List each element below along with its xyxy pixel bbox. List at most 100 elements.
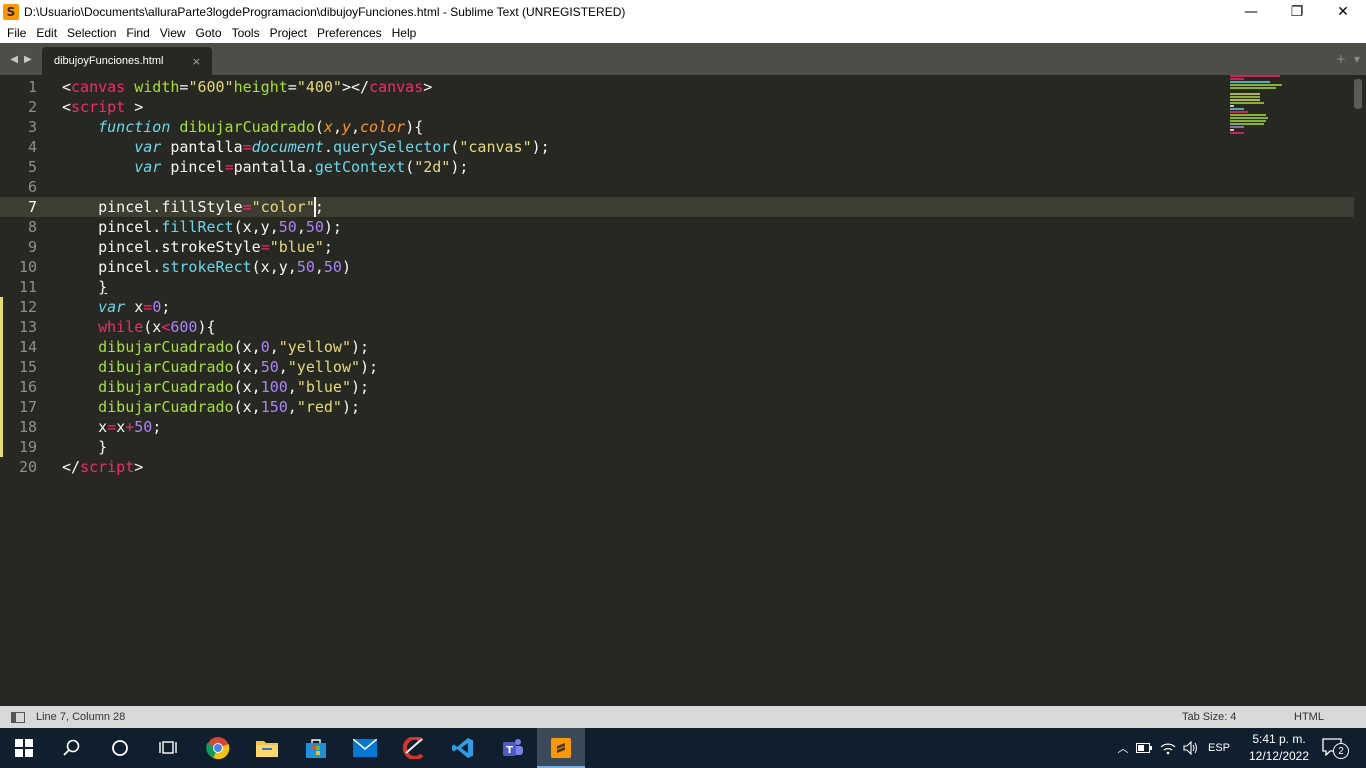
code-token: 600 — [170, 318, 198, 336]
code-line[interactable]: pincel.strokeStyle="blue"; — [62, 237, 1216, 257]
minimap-line — [1230, 126, 1244, 128]
code-token: "yellow" — [287, 358, 361, 376]
code-token: > — [423, 78, 433, 96]
code-token: = — [260, 238, 270, 256]
code-line[interactable]: pincel.strokeRect(x,y,50,50) — [62, 257, 1216, 277]
cortana-icon[interactable] — [96, 728, 144, 768]
syntax-selector[interactable]: HTML — [1294, 711, 1324, 723]
code-line[interactable]: var pantalla=document.querySelector("can… — [62, 137, 1216, 157]
menu-find[interactable]: Find — [121, 26, 154, 40]
code-token: ); — [531, 138, 550, 156]
menu-view[interactable]: View — [155, 26, 191, 40]
menu-edit[interactable]: Edit — [31, 26, 62, 40]
code-line[interactable]: } — [62, 277, 1216, 297]
tab-nav-left-icon[interactable]: ◀ — [10, 54, 18, 65]
code-line[interactable]: x=x+50; — [62, 417, 1216, 437]
minimap-line — [1230, 123, 1264, 125]
menu-tools[interactable]: Tools — [227, 26, 265, 40]
teams-icon[interactable]: T — [488, 728, 536, 768]
code-line[interactable]: pincel.fillStyle="color"; — [62, 197, 1216, 217]
code-token: ); — [351, 338, 370, 356]
code-token: var — [134, 158, 162, 176]
code-line[interactable]: pincel.fillRect(x,y,50,50); — [62, 217, 1216, 237]
tab-nav-right-icon[interactable]: ▶ — [24, 54, 32, 65]
code-line[interactable]: dibujarCuadrado(x,0,"yellow"); — [62, 337, 1216, 357]
menu-help[interactable]: Help — [387, 26, 422, 40]
vertical-scrollbar[interactable] — [1354, 79, 1362, 109]
tab-size-selector[interactable]: Tab Size: 4 — [1182, 711, 1236, 723]
battery-icon[interactable] — [1132, 743, 1156, 753]
vscode-icon[interactable] — [439, 728, 487, 768]
code-token: fillRect — [161, 218, 234, 236]
code-token: = — [242, 138, 252, 156]
ccleaner-icon[interactable] — [390, 728, 438, 768]
code-token: , — [351, 118, 361, 136]
code-line[interactable]: while(x<600){ — [62, 317, 1216, 337]
restore-button[interactable]: ❐ — [1274, 0, 1320, 23]
code-token: pincel. — [62, 258, 162, 276]
language-indicator[interactable]: ESP — [1202, 742, 1236, 754]
code-token: > — [125, 98, 144, 116]
line-number: 18 — [0, 417, 58, 437]
code-token: 50 — [323, 258, 342, 276]
menu-preferences[interactable]: Preferences — [312, 26, 387, 40]
chrome-icon[interactable] — [194, 728, 242, 768]
start-icon[interactable] — [0, 728, 48, 768]
code-token: = — [107, 418, 117, 436]
code-line[interactable]: </script> — [62, 457, 1216, 477]
file-explorer-icon[interactable] — [243, 728, 291, 768]
code-view[interactable]: <canvas width="600"height="400"></canvas… — [62, 77, 1216, 477]
volume-icon[interactable] — [1180, 741, 1202, 755]
menu-project[interactable]: Project — [265, 26, 312, 40]
code-token: , — [314, 258, 324, 276]
code-token: canvas — [71, 78, 126, 96]
line-number-gutter: 1 2 3 4 5 6 7 8 9 10 11 12 13 14 15 16 17 18 19 20 — [0, 75, 58, 706]
code-token: "400" — [296, 78, 342, 96]
tab-overflow-icon[interactable]: ▾ — [1354, 52, 1360, 66]
code-token: ) — [341, 258, 351, 276]
menu-selection[interactable]: Selection — [62, 26, 121, 40]
minimap-line — [1230, 108, 1244, 110]
panel-toggle-icon[interactable] — [11, 711, 25, 723]
sublime-text-taskbar-icon[interactable] — [537, 728, 585, 768]
code-line[interactable]: dibujarCuadrado(x,50,"yellow"); — [62, 357, 1216, 377]
code-line[interactable]: dibujarCuadrado(x,100,"blue"); — [62, 377, 1216, 397]
code-line[interactable]: <script > — [62, 97, 1216, 117]
menu-goto[interactable]: Goto — [191, 26, 227, 40]
code-line[interactable]: var x=0; — [62, 297, 1216, 317]
line-number: 1 — [27, 78, 37, 96]
clock[interactable]: 5:41 p. m. 12/12/2022 — [1244, 731, 1314, 765]
code-line[interactable]: } — [62, 437, 1216, 457]
code-token: 150 — [260, 398, 288, 416]
mail-icon[interactable] — [341, 728, 389, 768]
code-token: 50 — [134, 418, 153, 436]
task-view-icon[interactable] — [144, 728, 192, 768]
notification-count-badge: 2 — [1333, 743, 1349, 759]
code-line[interactable]: function dibujarCuadrado(x,y,color){ — [62, 117, 1216, 137]
minimize-button[interactable]: — — [1228, 0, 1274, 23]
code-token: dibujarCuadrado — [98, 338, 234, 356]
store-icon[interactable] — [292, 728, 340, 768]
search-icon[interactable] — [48, 728, 96, 768]
code-line[interactable]: dibujarCuadrado(x,150,"red"); — [62, 397, 1216, 417]
line-number: 19 — [0, 437, 58, 457]
tab-dibujoyfunciones[interactable]: dibujoyFunciones.html × — [42, 47, 212, 75]
code-token: dibujarCuadrado — [98, 358, 234, 376]
code-line[interactable]: <canvas width="600"height="400"></canvas… — [62, 77, 1216, 97]
minimap[interactable] — [1230, 75, 1300, 134]
code-line[interactable] — [62, 177, 1216, 197]
code-token: } — [62, 438, 108, 456]
chevron-up-icon[interactable]: ︿ — [1114, 740, 1132, 756]
code-token: , — [278, 358, 288, 376]
tab-close-icon[interactable]: × — [192, 55, 201, 68]
code-line[interactable]: var pincel=pantalla.getContext("2d"); — [62, 157, 1216, 177]
wifi-icon[interactable] — [1156, 741, 1180, 755]
new-tab-icon[interactable]: + — [1336, 52, 1346, 66]
line-number: 20 — [18, 458, 37, 476]
code-token: 50 — [278, 218, 297, 236]
editor-area[interactable]: 1 2 3 4 5 6 7 8 9 10 11 12 13 14 15 16 17 18 19 20 <canvas … — [0, 75, 1366, 706]
close-button[interactable]: ✕ — [1320, 0, 1366, 23]
menu-file[interactable]: File — [2, 26, 31, 40]
